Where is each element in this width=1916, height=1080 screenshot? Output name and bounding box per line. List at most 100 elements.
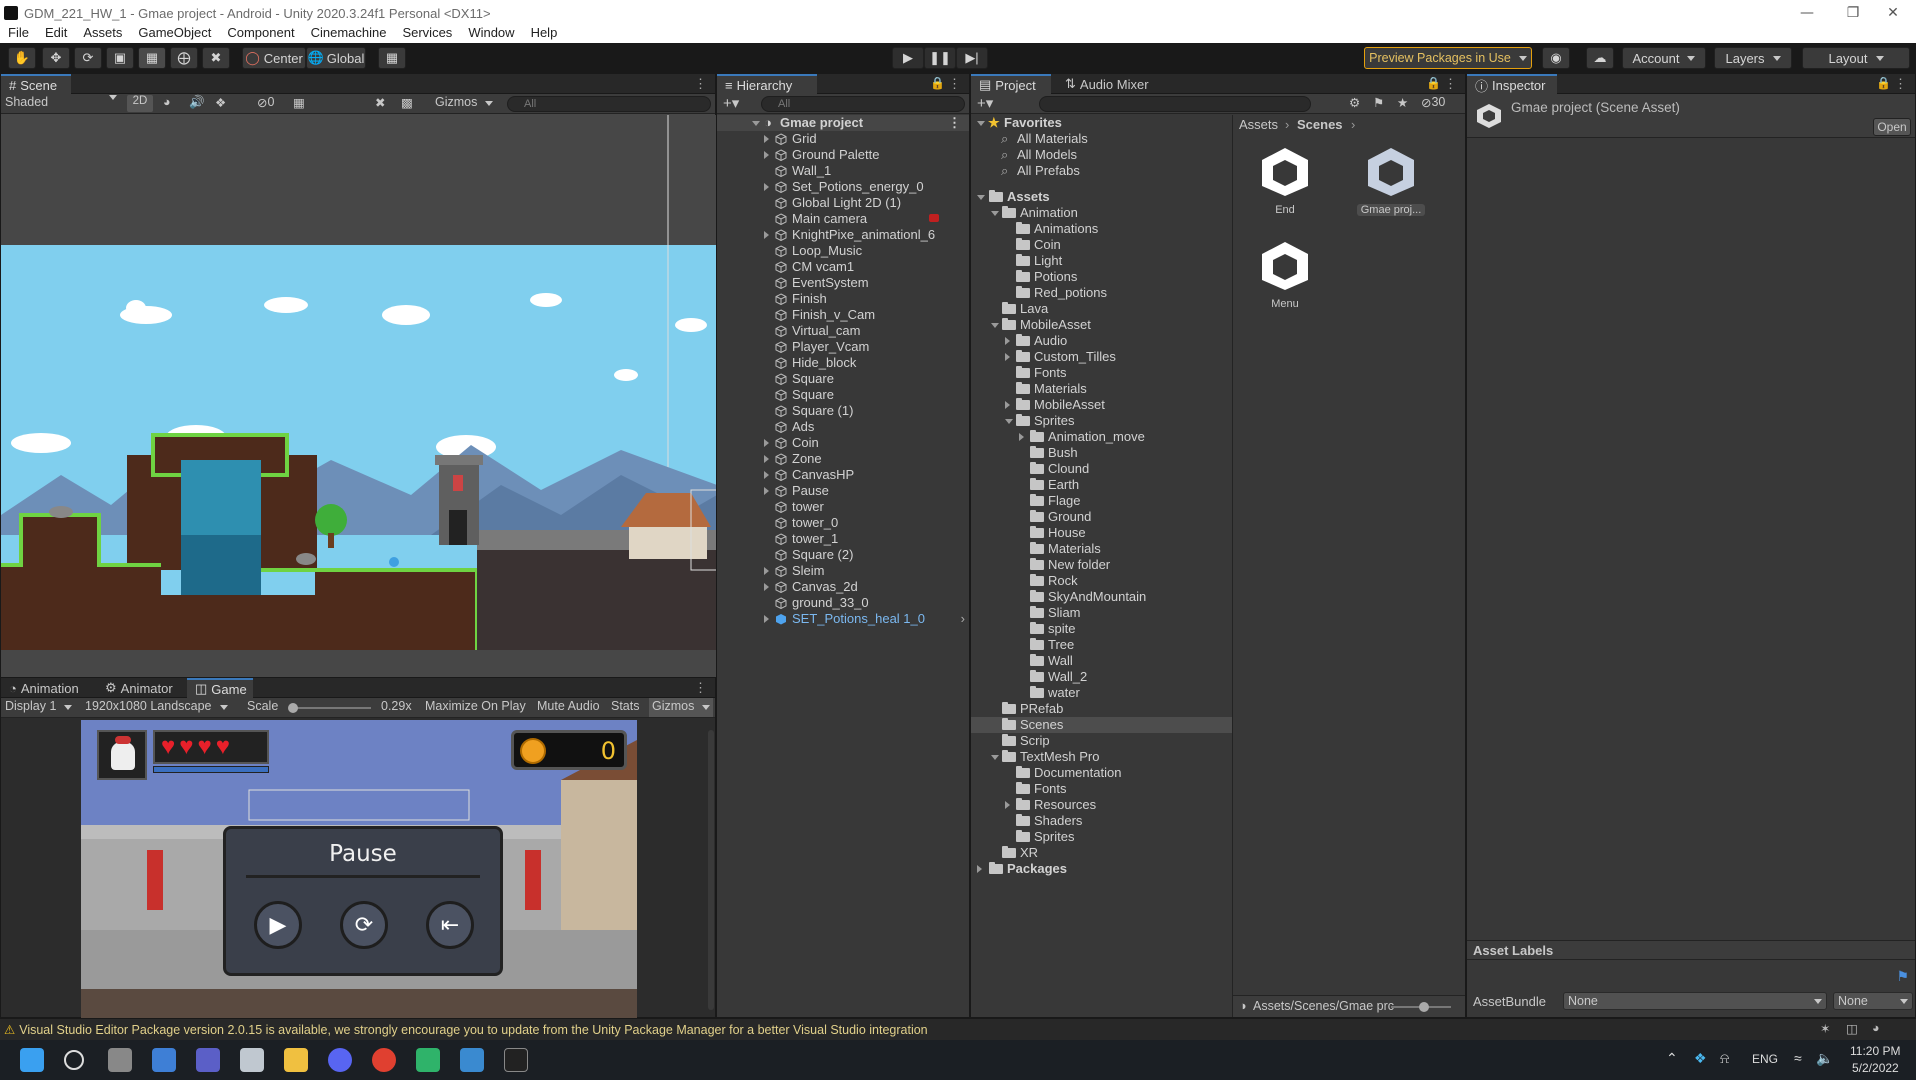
game-view[interactable]: ♥ ♥ ♥ ♥ 0 Pause ▶ ⟳ ⇤ — [81, 720, 637, 1018]
console-status-bar[interactable]: ⚠ Visual Studio Editor Package version 2… — [0, 1018, 1916, 1040]
menu-component[interactable]: Component — [219, 25, 302, 40]
tab-game[interactable]: ◫ Game — [187, 678, 253, 698]
project-folder-item[interactable]: Red_potions — [971, 285, 1232, 301]
expand-arrow-icon[interactable] — [1005, 401, 1010, 409]
pivot-center-button[interactable]: ◯ Center — [242, 47, 306, 69]
hierarchy-item[interactable]: Square — [717, 387, 969, 403]
project-folder-item[interactable]: MobileAsset — [971, 317, 1232, 333]
project-folder-item[interactable]: Animations — [971, 221, 1232, 237]
project-folder-item[interactable]: Coin — [971, 237, 1232, 253]
project-menu-icon[interactable]: ⋮ — [1444, 76, 1457, 92]
rect-tool-icon[interactable]: ▦ — [138, 47, 166, 69]
hierarchy-item[interactable]: Zone — [717, 451, 969, 467]
wifi-icon[interactable]: ≈ — [1794, 1050, 1802, 1066]
favorite-item[interactable]: ⌕ All Models — [971, 147, 1232, 163]
lighting-icon[interactable]: ◕ — [163, 95, 171, 109]
assetbundle-dropdown[interactable]: None — [1563, 992, 1827, 1010]
discord-icon[interactable] — [328, 1048, 352, 1072]
hierarchy-item[interactable]: Grid — [717, 131, 969, 147]
hierarchy-item[interactable]: tower — [717, 499, 969, 515]
inspector-lock-icon[interactable]: 🔒 — [1876, 76, 1891, 90]
game-panel-menu-icon[interactable]: ⋮ — [694, 680, 707, 696]
open-button[interactable]: Open — [1873, 118, 1911, 136]
expand-arrow-icon[interactable] — [991, 323, 999, 328]
root-menu-icon[interactable]: ⋮ — [948, 115, 961, 131]
project-search-input[interactable] — [1039, 96, 1311, 112]
tab-hierarchy[interactable]: ≡ Hierarchy — [717, 74, 817, 94]
restart-button[interactable]: ⟳ — [340, 901, 388, 949]
cloud-icon[interactable]: ☁ — [1586, 47, 1614, 69]
space-global-button[interactable]: 🌐 Global — [306, 47, 366, 69]
resume-button[interactable]: ▶ — [254, 901, 302, 949]
project-folder-item[interactable]: Fonts — [971, 365, 1232, 381]
project-folder-item[interactable]: Materials — [971, 381, 1232, 397]
project-folder-item[interactable]: Sliam — [971, 605, 1232, 621]
tools-icon[interactable]: ✖ — [375, 95, 385, 110]
expand-arrow-icon[interactable] — [1005, 801, 1010, 809]
project-folder-item[interactable]: Wall_2 — [971, 669, 1232, 685]
project-folder-item[interactable]: XR — [971, 845, 1232, 861]
project-folder-item[interactable]: water — [971, 685, 1232, 701]
project-folder-item[interactable]: MobileAsset — [971, 397, 1232, 413]
project-folder-item[interactable]: New folder — [971, 557, 1232, 573]
asset-scene-menu[interactable]: Menu — [1253, 240, 1317, 320]
project-folder-item[interactable]: Audio — [971, 333, 1232, 349]
hierarchy-root[interactable]: ◑ Gmae project ⋮ — [717, 115, 969, 131]
cache-icon[interactable]: ◫ — [1846, 1021, 1858, 1036]
project-folder-item[interactable]: Ground — [971, 509, 1232, 525]
project-folder-item[interactable]: Scenes — [971, 717, 1232, 733]
transform-tool-icon[interactable]: ⨁ — [170, 47, 198, 69]
menu-cinemachine[interactable]: Cinemachine — [303, 25, 395, 40]
scene-search-input[interactable]: All — [507, 96, 711, 112]
expand-arrow-icon[interactable] — [752, 121, 760, 126]
project-folder-item[interactable]: Clound — [971, 461, 1232, 477]
hierarchy-item[interactable]: Canvas_2d — [717, 579, 969, 595]
scale-slider[interactable] — [289, 707, 371, 709]
collab-icon[interactable]: ◉ — [1542, 47, 1570, 69]
gizmos-dropdown[interactable]: Gizmos — [435, 95, 493, 109]
expand-arrow-icon[interactable] — [764, 151, 769, 159]
hierarchy-item[interactable]: EventSystem — [717, 275, 969, 291]
hierarchy-item[interactable]: SET_Potions_heal 1_0 › — [717, 611, 969, 627]
hierarchy-item[interactable]: Pause — [717, 483, 969, 499]
pause-button[interactable]: ❚❚ — [924, 47, 956, 69]
snipping-tool-icon[interactable] — [240, 1048, 264, 1072]
teams-chat-icon[interactable] — [196, 1048, 220, 1072]
expand-arrow-icon[interactable] — [1005, 337, 1010, 345]
hierarchy-item[interactable]: tower_1 — [717, 531, 969, 547]
game-scrollbar[interactable] — [708, 730, 714, 1010]
hierarchy-item[interactable]: Main camera — [717, 211, 969, 227]
hierarchy-item[interactable]: KnightPixe_animationl_6 — [717, 227, 969, 243]
custom-tool-icon[interactable]: ✖ — [202, 47, 230, 69]
layout-dropdown[interactable]: Layout — [1802, 47, 1910, 69]
favorites-arrow-icon[interactable] — [977, 121, 985, 126]
project-folder-item[interactable]: Sprites — [971, 413, 1232, 429]
hierarchy-menu-icon[interactable]: ⋮ — [948, 76, 961, 92]
clock-time[interactable]: 11:20 PM — [1850, 1044, 1900, 1058]
assets-root[interactable]: Assets — [971, 189, 1232, 205]
expand-arrow-icon[interactable] — [764, 231, 769, 239]
expand-arrow-icon[interactable] — [764, 183, 769, 191]
chrome-icon[interactable] — [372, 1048, 396, 1072]
project-folder-item[interactable]: Bush — [971, 445, 1232, 461]
hierarchy-item[interactable]: Coin — [717, 435, 969, 451]
grid-snap-icon[interactable]: ▦ — [378, 47, 406, 69]
menu-services[interactable]: Services — [394, 25, 460, 40]
project-create-dropdown[interactable]: +▾ — [977, 94, 993, 112]
remote-desktop-icon[interactable] — [460, 1048, 484, 1072]
step-button[interactable]: ▶| — [956, 47, 988, 69]
icon-size-slider-thumb[interactable] — [1419, 1002, 1429, 1012]
scale-slider-thumb[interactable] — [288, 703, 299, 713]
project-hidden-toggle[interactable]: ⊘ 30 — [1421, 95, 1445, 110]
hierarchy-item[interactable]: Player_Vcam — [717, 339, 969, 355]
hierarchy-item[interactable]: tower_0 — [717, 515, 969, 531]
expand-arrow-icon[interactable] — [1019, 433, 1024, 441]
expand-arrow-icon[interactable] — [764, 135, 769, 143]
display-dropdown[interactable]: Display 1 — [5, 699, 72, 713]
project-folder-item[interactable]: spite — [971, 621, 1232, 637]
panel-menu-icon[interactable]: ⋮ — [694, 76, 707, 92]
expand-arrow-icon[interactable] — [764, 567, 769, 575]
tab-audio-mixer[interactable]: ⇅ Audio Mixer — [1057, 74, 1157, 94]
expand-arrow-icon[interactable] — [764, 615, 769, 623]
hierarchy-item[interactable]: ground_33_0 — [717, 595, 969, 611]
